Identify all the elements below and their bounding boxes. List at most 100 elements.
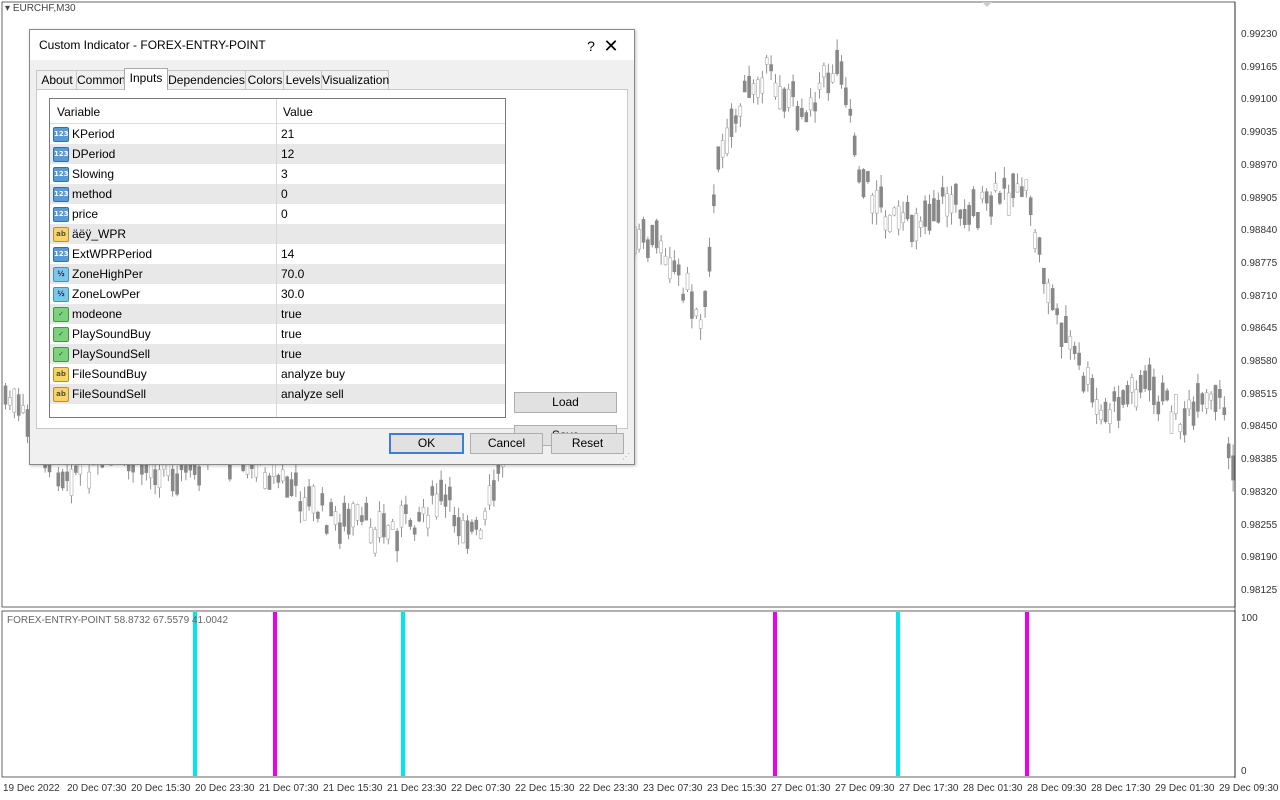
- column-header-variable[interactable]: Variable: [57, 105, 100, 119]
- variable-value[interactable]: 0: [281, 187, 288, 201]
- variable-value[interactable]: 30.0: [281, 287, 304, 301]
- candle-body: [263, 472, 267, 489]
- candle-body: [1156, 401, 1161, 415]
- int-type-icon: 123: [53, 247, 69, 262]
- time-tick-label: 28 Dec 09:30: [1027, 783, 1087, 794]
- time-tick-label: 20 Dec 15:30: [131, 783, 191, 794]
- tab-colors[interactable]: Colors: [245, 70, 285, 89]
- candle-body: [483, 511, 487, 520]
- candle-body: [822, 65, 826, 78]
- candle-body: [861, 169, 866, 198]
- candle-body: [1169, 411, 1174, 434]
- load-button[interactable]: Load: [514, 392, 617, 413]
- candle-body: [355, 504, 360, 521]
- candle-body: [1147, 364, 1152, 391]
- candle-body: [712, 194, 716, 207]
- candle-body: [782, 88, 787, 112]
- table-row[interactable]: 123 DPeriod 12: [50, 144, 505, 164]
- candle-body: [1037, 237, 1042, 255]
- buy-signal-bar: [401, 612, 405, 776]
- tab-dependencies[interactable]: Dependencies: [166, 70, 247, 89]
- close-button[interactable]: ✕: [598, 33, 624, 59]
- table-row[interactable]: ✓ PlaySoundBuy true: [50, 324, 505, 344]
- table-row[interactable]: ½ ZoneLowPer 30.0: [50, 284, 505, 304]
- table-row[interactable]: ab FileSoundSell analyze sell: [50, 384, 505, 404]
- collapse-triangle-icon[interactable]: ▾: [5, 3, 10, 14]
- int-type-icon: 123: [53, 127, 69, 142]
- candle-body: [364, 502, 369, 521]
- candle-body: [1143, 370, 1147, 389]
- candle-body: [800, 107, 804, 117]
- table-row[interactable]: ab FileSoundBuy analyze buy: [50, 364, 505, 384]
- candle-body: [16, 394, 21, 416]
- table-row[interactable]: ab äëÿ_WPR: [50, 224, 505, 244]
- variable-value[interactable]: 12: [281, 147, 294, 161]
- variable-value[interactable]: 14: [281, 247, 294, 261]
- resize-grip-icon[interactable]: ⋰: [622, 452, 632, 462]
- variable-value[interactable]: 21: [281, 127, 294, 141]
- variable-value[interactable]: 3: [281, 167, 288, 181]
- candle-body: [663, 255, 668, 266]
- column-header-value[interactable]: Value: [283, 105, 313, 119]
- candle-body: [756, 79, 760, 98]
- candle-body: [65, 471, 69, 482]
- candle-body: [747, 75, 751, 98]
- dbl-type-icon: ½: [53, 287, 69, 302]
- candle-body: [830, 73, 835, 83]
- column-separator[interactable]: [276, 99, 277, 417]
- variable-name: price: [72, 207, 99, 221]
- candle-body: [769, 64, 773, 72]
- variable-value[interactable]: 70.0: [281, 267, 304, 281]
- tab-visualization[interactable]: Visualization: [321, 70, 389, 89]
- candle-body: [60, 471, 65, 489]
- candle-body: [338, 522, 342, 544]
- price-tick-label: 0.98320: [1241, 486, 1278, 498]
- table-row[interactable]: 123 method 0: [50, 184, 505, 204]
- indicator-subwindow-frame: [1, 610, 1236, 778]
- time-tick-label: 22 Dec 07:30: [451, 783, 511, 794]
- cancel-button[interactable]: Cancel: [470, 433, 543, 454]
- table-row[interactable]: 123 ExtWPRPeriod 14: [50, 244, 505, 264]
- candle-body: [386, 525, 391, 540]
- variable-value[interactable]: analyze buy: [281, 367, 345, 381]
- candle-body: [773, 82, 778, 98]
- candle-body: [1046, 282, 1051, 304]
- candle-body: [408, 519, 413, 527]
- sell-signal-bar: [1025, 612, 1029, 776]
- candle-body: [742, 80, 747, 93]
- time-tick-label: 21 Dec 07:30: [259, 783, 319, 794]
- variable-value[interactable]: true: [281, 347, 302, 361]
- table-row[interactable]: 123 KPeriod 21: [50, 124, 505, 144]
- table-row[interactable]: 123 Slowing 3: [50, 164, 505, 184]
- candle-body: [390, 521, 395, 530]
- candle-body: [1055, 308, 1059, 316]
- candle-body: [456, 517, 461, 537]
- table-row[interactable]: ½ ZoneHighPer 70.0: [50, 264, 505, 284]
- table-row[interactable]: ✓ PlaySoundSell true: [50, 344, 505, 364]
- tab-inputs[interactable]: Inputs: [124, 68, 168, 90]
- variable-value[interactable]: analyze sell: [281, 387, 344, 401]
- int-type-icon: 123: [53, 147, 69, 162]
- variable-value[interactable]: true: [281, 307, 302, 321]
- tab-about[interactable]: About: [36, 70, 78, 89]
- candle-body: [729, 108, 734, 137]
- candle-body: [399, 504, 404, 528]
- sell-signal-bar: [273, 612, 277, 776]
- tab-common[interactable]: Common: [76, 70, 126, 89]
- candle-body: [954, 183, 958, 205]
- ok-button[interactable]: OK: [389, 433, 464, 454]
- table-row[interactable]: 123 price 0: [50, 204, 505, 224]
- table-row[interactable]: ✓ modeone true: [50, 304, 505, 324]
- variable-name: ZoneLowPer: [72, 287, 141, 301]
- candle-body: [932, 198, 936, 222]
- price-tick-label: 0.98190: [1241, 552, 1278, 564]
- variable-value[interactable]: true: [281, 327, 302, 341]
- candle-body: [412, 527, 417, 535]
- candle-body: [452, 515, 457, 527]
- reset-button[interactable]: Reset: [551, 433, 624, 454]
- tab-levels[interactable]: Levels: [283, 70, 323, 89]
- candle-body: [1059, 322, 1064, 347]
- variable-value[interactable]: 0: [281, 207, 288, 221]
- candle-body: [434, 493, 439, 518]
- dialog-titlebar[interactable]: Custom Indicator - FOREX-ENTRY-POINT ? ✕: [30, 30, 634, 60]
